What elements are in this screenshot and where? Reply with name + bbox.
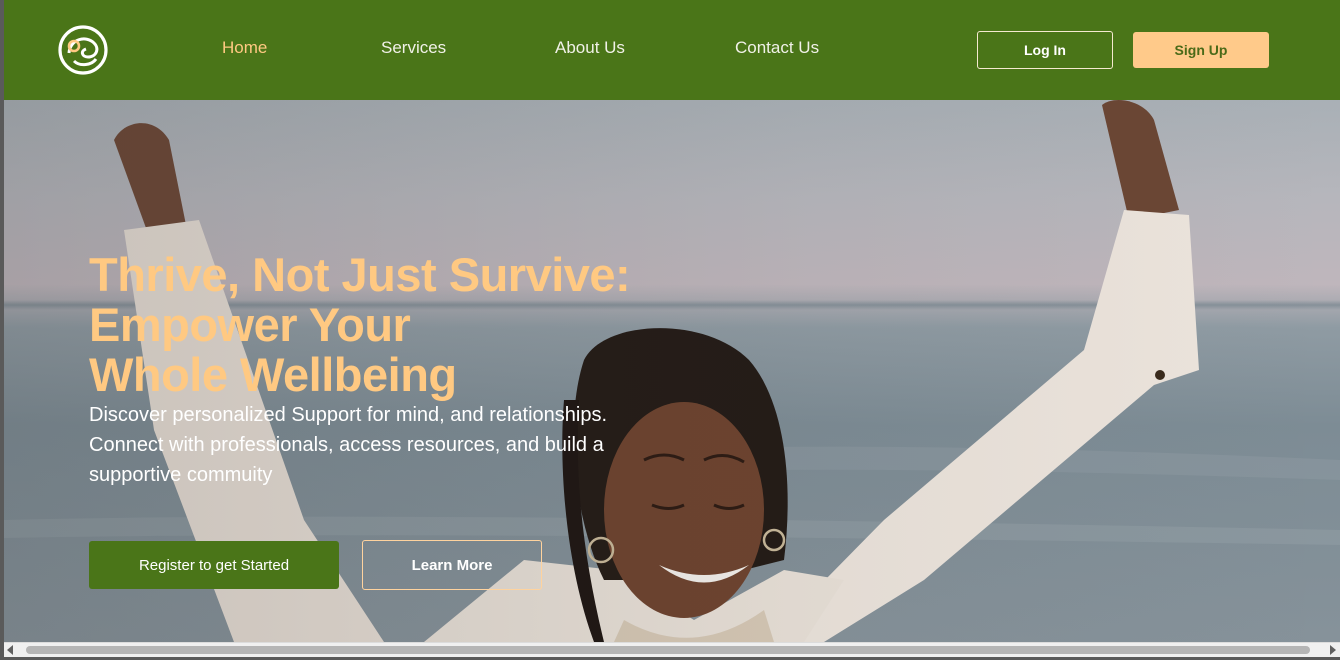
scroll-right-arrow-icon[interactable] — [1330, 645, 1336, 655]
hero-section: Thrive, Not Just Survive: Empower Your W… — [4, 100, 1340, 642]
scrollbar-thumb[interactable] — [26, 646, 1310, 654]
nav-link-services[interactable]: Services — [381, 38, 446, 58]
browser-viewport: Home Services About Us Contact Us Log In… — [4, 0, 1340, 642]
top-navbar: Home Services About Us Contact Us Log In… — [4, 0, 1340, 100]
horizontal-scrollbar[interactable] — [4, 642, 1340, 657]
hero-headline-line-1: Thrive, Not Just Survive: — [89, 248, 631, 301]
nav-link-home[interactable]: Home — [222, 38, 267, 58]
brand-logo-icon[interactable] — [56, 23, 110, 77]
register-button[interactable]: Register to get Started — [89, 541, 339, 589]
hero-headline-line-2: Empower Your — [89, 298, 411, 351]
login-button[interactable]: Log In — [977, 31, 1113, 69]
hero-headline-line-3: Whole Wellbeing — [89, 348, 457, 401]
hero-headline: Thrive, Not Just Survive: Empower Your W… — [89, 250, 789, 400]
nav-link-contact-us[interactable]: Contact Us — [735, 38, 819, 58]
nav-link-about-us[interactable]: About Us — [555, 38, 625, 58]
learn-more-button[interactable]: Learn More — [362, 540, 542, 590]
signup-button[interactable]: Sign Up — [1133, 32, 1269, 68]
hero-subtext: Discover personalized Support for mind, … — [89, 404, 608, 486]
scroll-left-arrow-icon[interactable] — [7, 645, 13, 655]
